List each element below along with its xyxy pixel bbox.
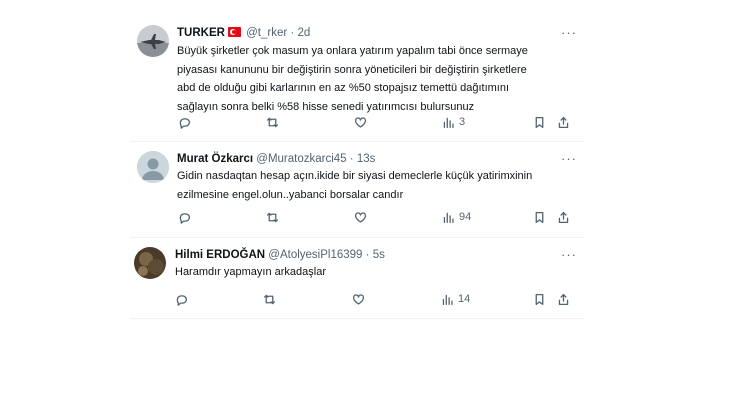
- views-button[interactable]: 14: [441, 291, 470, 307]
- reply-thread: TURKER @t_rker · 2d ··· Büyük şirketler …: [130, 14, 585, 319]
- timestamp[interactable]: 2d: [297, 27, 310, 39]
- tweet-header: TURKER @t_rker · 2d: [177, 26, 310, 40]
- share-icon: [558, 116, 569, 128]
- retweet-icon: [263, 294, 276, 304]
- tweet-text-line: Büyük şirketler çok masum ya onlara yatı…: [177, 45, 528, 57]
- share-icon: [558, 293, 569, 305]
- reply-button[interactable]: [178, 114, 191, 130]
- bookmark-button[interactable]: [533, 114, 546, 130]
- turkey-flag-icon: [227, 27, 241, 37]
- more-options-button[interactable]: ···: [561, 152, 577, 165]
- separator-dot: ·: [290, 27, 295, 39]
- views-icon: [443, 212, 454, 223]
- avatar[interactable]: [134, 247, 166, 279]
- views-button[interactable]: 94: [442, 209, 471, 225]
- bookmark-icon: [535, 211, 544, 223]
- like-icon: [352, 293, 365, 305]
- tweet-actions: 94: [130, 209, 585, 225]
- separator-dot: ·: [349, 153, 354, 165]
- share-icon: [558, 211, 569, 223]
- views-count: 14: [458, 293, 471, 305]
- views-button[interactable]: 3: [442, 114, 465, 130]
- views-icon: [442, 294, 453, 305]
- tweet-text-line: abd de olduğu gibi karlarının en az %50 …: [177, 82, 510, 94]
- reply-button[interactable]: [175, 291, 188, 307]
- tweet[interactable]: Murat Özkarcı @Muratozkarci45 · 13s ··· …: [130, 142, 585, 238]
- tweet-text-line: Haramdır yapmayın arkadaşlar: [175, 266, 327, 278]
- share-button[interactable]: [557, 291, 570, 307]
- avatar[interactable]: [137, 25, 169, 57]
- user-handle[interactable]: @AtolyesiPl16399: [268, 249, 362, 261]
- tweet-actions: 3: [130, 114, 585, 130]
- retweet-button[interactable]: [266, 114, 279, 130]
- user-handle[interactable]: @t_rker: [246, 27, 287, 39]
- timestamp[interactable]: 13s: [357, 153, 376, 165]
- bookmark-button[interactable]: [533, 291, 546, 307]
- views-count: 94: [459, 211, 472, 223]
- avatar[interactable]: [137, 151, 169, 183]
- default-avatar-icon: [137, 151, 169, 183]
- share-button[interactable]: [557, 114, 570, 130]
- views-icon: [443, 117, 454, 128]
- bookmark-icon: [535, 116, 544, 128]
- reply-icon: [179, 117, 191, 129]
- tweet-header: Murat Özkarcı @Muratozkarci45 · 13s: [177, 152, 375, 166]
- like-button[interactable]: [354, 114, 367, 130]
- tweet-text-line: ezilmesine engel.olun..yabanci borsalar …: [177, 188, 404, 201]
- tweet[interactable]: TURKER @t_rker · 2d ··· Büyük şirketler …: [130, 14, 585, 142]
- avatar-image: [137, 25, 169, 57]
- retweet-button[interactable]: [266, 209, 279, 225]
- display-name[interactable]: Hilmi ERDOĞAN: [175, 249, 265, 261]
- tweet-text-line: piyasası kanununu bir değiştirin sonra y…: [177, 63, 527, 76]
- reply-button[interactable]: [178, 209, 191, 225]
- display-name[interactable]: TURKER: [177, 27, 225, 39]
- more-options-button[interactable]: ···: [561, 248, 577, 261]
- tweet-text: Haramdır yapmayın arkadaşlar: [175, 263, 326, 282]
- timestamp[interactable]: 5s: [373, 249, 385, 261]
- bookmark-button[interactable]: [533, 209, 546, 225]
- display-name[interactable]: Murat Özkarcı: [177, 153, 253, 165]
- reply-icon: [176, 294, 188, 306]
- tweet[interactable]: Hilmi ERDOĞAN @AtolyesiPl16399 · 5s ··· …: [130, 238, 585, 319]
- share-button[interactable]: [557, 209, 570, 225]
- like-button[interactable]: [354, 209, 367, 225]
- like-icon: [354, 116, 367, 128]
- user-handle[interactable]: @Muratozkarci45: [256, 153, 346, 165]
- views-count: 3: [459, 116, 466, 128]
- bookmark-icon: [535, 293, 544, 305]
- tweet-text: Gidin nasdaqtan hesap açın.ikide bir siy…: [177, 167, 532, 204]
- retweet-icon: [266, 212, 279, 222]
- more-options-button[interactable]: ···: [561, 26, 577, 39]
- tweet-actions: 14: [130, 291, 585, 307]
- reply-icon: [179, 212, 191, 224]
- separator-dot: ·: [365, 249, 370, 261]
- tweet-text-line: Gidin nasdaqtan hesap açın.ikide bir siy…: [177, 170, 533, 182]
- tweet-header: Hilmi ERDOĞAN @AtolyesiPl16399 · 5s: [175, 248, 385, 262]
- like-button[interactable]: [352, 291, 365, 307]
- avatar-image: [134, 247, 166, 279]
- tweet-text: Büyük şirketler çok masum ya onlara yatı…: [177, 42, 528, 116]
- like-icon: [354, 211, 367, 223]
- retweet-icon: [266, 117, 279, 127]
- retweet-button[interactable]: [263, 291, 276, 307]
